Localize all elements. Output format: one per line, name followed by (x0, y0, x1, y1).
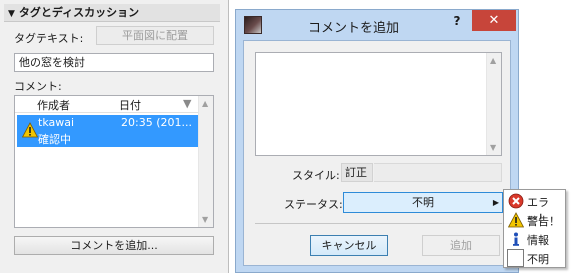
blank-icon (507, 249, 524, 267)
dialog-title-bar[interactable]: コメントを追加 ? ✕ (236, 10, 518, 40)
dialog-title: コメントを追加 (308, 21, 400, 36)
collapse-triangle-icon[interactable]: ▼ (8, 9, 15, 19)
info-icon (513, 232, 519, 246)
style-value: 訂正 (341, 163, 373, 182)
add-button[interactable]: 追加 (422, 235, 500, 256)
tag-discussion-panel: ▼ タグとディスカッション タグテキスト: 平面図に配置 他の窓を検討 コメント:… (0, 0, 229, 273)
separator (255, 223, 502, 224)
warning-icon (508, 212, 524, 228)
comment-status: 確認中 (38, 133, 71, 146)
scroll-up-icon[interactable]: ▲ (490, 56, 496, 65)
comment-textarea[interactable]: ▲ ▼ (255, 52, 502, 156)
scroll-down-icon[interactable]: ▼ (490, 143, 496, 152)
comment-list[interactable]: 作成者 日付 ▼ tkawai 20:35 (201... 確認中 ▲ ▼ (14, 95, 214, 228)
tag-text-label: タグテキスト: (14, 32, 84, 45)
error-icon (508, 193, 524, 209)
list-scrollbar[interactable]: ▲ ▼ (198, 96, 213, 227)
add-comment-dialog: コメントを追加 ? ✕ ▲ ▼ スタイル: 訂正 ステータス: 不明 ▶ キャン… (235, 9, 519, 273)
section-title: タグとディスカッション (18, 6, 140, 19)
add-comment-button[interactable]: コメントを追加... (14, 236, 214, 255)
sort-arrow-icon: ▼ (183, 97, 192, 110)
textarea-scrollbar[interactable]: ▲ ▼ (486, 53, 501, 155)
comment-label: コメント: (14, 80, 62, 93)
comment-date: 20:35 (201... (121, 116, 192, 129)
scroll-up-icon[interactable]: ▲ (202, 99, 208, 108)
menu-item-label: 不明 (527, 253, 549, 266)
style-label: スタイル: (292, 169, 340, 182)
list-item[interactable]: tkawai 20:35 (201... 確認中 (17, 115, 199, 147)
section-header[interactable]: ▼ タグとディスカッション (4, 4, 220, 22)
warning-icon (22, 122, 38, 138)
style-field-background (374, 163, 502, 182)
status-dropdown[interactable]: 不明 ▶ (343, 192, 503, 213)
close-icon: ✕ (488, 13, 500, 28)
column-header-date[interactable]: 日付 (119, 97, 141, 113)
column-header-author[interactable]: 作成者 (37, 97, 70, 113)
tag-text-field[interactable]: 他の窓を検討 (14, 53, 214, 72)
list-header: 作成者 日付 ▼ (15, 96, 199, 113)
place-on-plan-button[interactable]: 平面図に配置 (96, 26, 214, 45)
submenu-arrow-icon: ▶ (492, 198, 499, 207)
help-button[interactable]: ? (450, 14, 464, 30)
menu-item-label: 情報 (527, 234, 549, 247)
scroll-down-icon[interactable]: ▼ (202, 215, 208, 224)
menu-item-info[interactable]: 情報 (506, 230, 564, 248)
status-popup-menu: エラー！ 警告！ 情報 不明 (503, 189, 566, 268)
close-button[interactable]: ✕ (472, 10, 516, 31)
menu-item-unknown[interactable]: 不明 (506, 249, 564, 267)
menu-item-label: 警告！ (527, 215, 560, 228)
menu-item-error[interactable]: エラー！ (506, 192, 564, 225)
dialog-body: ▲ ▼ スタイル: 訂正 ステータス: 不明 ▶ キャンセル 追加 (243, 40, 511, 266)
status-value: 不明 (412, 196, 434, 209)
cancel-button[interactable]: キャンセル (310, 235, 388, 256)
comment-author: tkawai (38, 116, 75, 129)
status-label: ステータス: (284, 198, 343, 211)
menu-item-warning[interactable]: 警告！ (506, 211, 564, 229)
app-icon (244, 16, 262, 34)
